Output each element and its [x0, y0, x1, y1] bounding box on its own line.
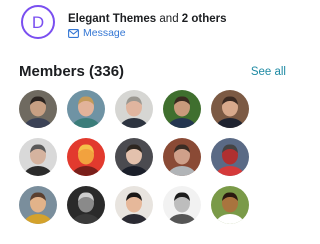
member-avatar[interactable]: [115, 138, 153, 176]
member-avatar[interactable]: [163, 90, 201, 128]
avatar-photo: [19, 138, 57, 176]
avatar-photo: [211, 90, 249, 128]
avatar-photo: [67, 90, 105, 128]
group-logo[interactable]: D: [21, 5, 55, 39]
member-avatar[interactable]: [115, 90, 153, 128]
member-avatar[interactable]: [211, 90, 249, 128]
member-avatar[interactable]: [163, 186, 201, 224]
message-label: Message: [83, 27, 126, 39]
member-avatar[interactable]: [67, 90, 105, 128]
avatar-photo: [115, 90, 153, 128]
member-avatar[interactable]: [67, 186, 105, 224]
avatar-photo: [67, 186, 105, 224]
avatar-photo: [67, 138, 105, 176]
member-avatar[interactable]: [19, 186, 57, 224]
avatar-photo: [163, 186, 201, 224]
member-avatar[interactable]: [19, 90, 57, 128]
member-avatar[interactable]: [211, 186, 249, 224]
divi-logo-icon: D: [21, 5, 55, 39]
avatar-photo: [115, 138, 153, 176]
group-others[interactable]: 2 others: [182, 13, 227, 25]
member-avatar-grid: [19, 90, 249, 224]
member-avatar[interactable]: [211, 138, 249, 176]
avatar-photo: [163, 90, 201, 128]
member-avatar[interactable]: [67, 138, 105, 176]
message-button[interactable]: Message: [68, 27, 126, 40]
avatar-photo: [19, 186, 57, 224]
member-avatar[interactable]: [115, 186, 153, 224]
logo-letter: D: [32, 13, 44, 32]
avatar-photo: [115, 186, 153, 224]
members-title: Members (336): [19, 63, 125, 80]
avatar-photo: [19, 90, 57, 128]
envelope-icon: [68, 29, 79, 38]
member-avatar[interactable]: [163, 138, 201, 176]
see-all-link[interactable]: See all: [251, 65, 286, 79]
group-title: Elegant Themes and 2 others: [68, 12, 227, 26]
avatar-photo: [211, 186, 249, 224]
group-title-suffix: and: [156, 13, 182, 25]
avatar-photo: [163, 138, 201, 176]
avatar-photo: [211, 138, 249, 176]
member-avatar[interactable]: [19, 138, 57, 176]
group-name[interactable]: Elegant Themes: [68, 13, 156, 25]
